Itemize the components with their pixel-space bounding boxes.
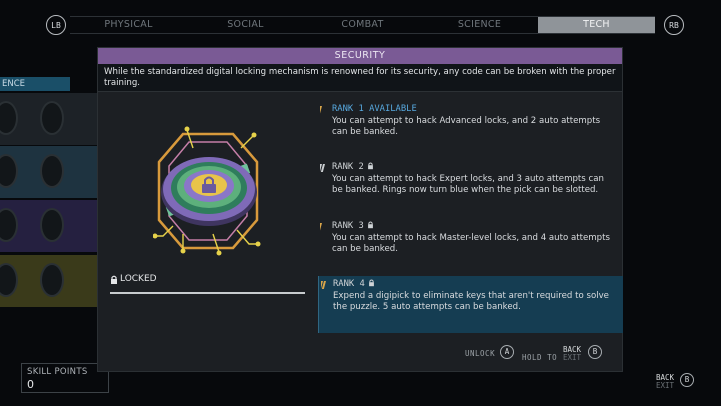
padlock-icon [367,162,373,170]
lock-status-label: LOCKED [120,274,157,284]
skill-badge-icon[interactable] [0,208,18,242]
corner-exit-label: EXIT [656,381,675,390]
skill-badge-icon[interactable] [0,101,18,135]
padlock-icon [111,275,117,284]
category-tab-bar: LB PHYSICAL SOCIAL COMBAT SCIENCE TECH R… [0,15,721,35]
back-b-button[interactable]: B [588,345,602,359]
skill-badge-icon[interactable] [40,263,64,297]
skill-category-header: ENCE [0,77,70,91]
rank-bars-icon [320,164,325,172]
skill-badge-icon[interactable] [40,101,64,135]
corner-back-exit-label: BACK EXIT [656,374,674,390]
padlock-icon [368,279,374,287]
rank-item-1[interactable]: RANK 1 AVAILABLE You can attempt to hack… [318,101,623,142]
modal-footer: UNLOCK A HOLD TO BACK EXIT B [98,335,624,371]
rank-heading: RANK 1 AVAILABLE [332,104,417,114]
unlock-a-button[interactable]: A [500,345,514,359]
skill-description: While the standardized digital locking m… [98,64,622,92]
rank-heading-row: RANK 3 [332,221,623,232]
category-tabs: PHYSICAL SOCIAL COMBAT SCIENCE TECH [70,16,655,34]
skill-row [0,93,100,145]
padlock-icon [367,221,373,229]
skill-badge-icon[interactable] [0,263,18,297]
rank-heading-row: RANK 4 [333,279,623,290]
rank-description: Expend a digipick to eliminate keys that… [333,291,609,312]
rb-bumper-button[interactable]: RB [664,15,684,35]
back-exit-label: BACK EXIT [563,346,581,362]
exit-label: EXIT [563,353,582,362]
rank-bars-icon [320,106,322,114]
skill-points-value: 0 [27,378,34,391]
rank-item-2[interactable]: RANK 2 You can attempt to hack Expert lo… [318,159,623,200]
rank-heading-row: RANK 2 [332,162,623,173]
rank-heading: RANK 2 [332,162,364,172]
rank-list: RANK 1 AVAILABLE You can attempt to hack… [318,100,623,333]
tab-social[interactable]: SOCIAL [187,17,304,33]
skill-badge-icon[interactable] [0,154,18,188]
skill-row [0,146,100,198]
unlock-label: UNLOCK [465,349,496,358]
rank-description: You can attempt to hack Expert locks, an… [332,174,604,195]
hold-to-label: HOLD TO [522,353,558,362]
rank-description: You can attempt to hack Master-level loc… [332,233,610,254]
corner-back-b-button[interactable]: B [680,373,694,387]
rank-description: You can attempt to hack Advanced locks, … [332,116,601,137]
skill-row [0,200,100,252]
rank-bars-icon [320,223,322,231]
rank-item-4[interactable]: RANK 4 Expend a digipick to eliminate ke… [318,276,623,333]
tab-tech[interactable]: TECH [538,17,655,33]
rank-bars-icon [321,281,326,289]
skill-points-label: SKILL POINTS [27,367,88,377]
skill-row [0,255,100,307]
lb-bumper-button[interactable]: LB [46,15,66,35]
tab-physical[interactable]: PHYSICAL [70,17,187,33]
skill-emblem-pane: LOCKED [98,100,318,333]
tab-combat[interactable]: COMBAT [304,17,421,33]
skill-detail-modal: SECURITY While the standardized digital … [97,47,623,372]
modal-title: SECURITY [98,48,622,64]
rank-item-3[interactable]: RANK 3 You can attempt to hack Master-le… [318,218,623,259]
skill-badge-icon[interactable] [40,154,64,188]
rank-heading: RANK 4 [333,279,365,289]
rank-heading: RANK 3 [332,221,364,231]
tab-science[interactable]: SCIENCE [421,17,538,33]
security-skill-emblem-icon [153,126,261,256]
skill-points-panel: SKILL POINTS 0 [21,363,109,393]
lock-status: LOCKED [110,274,305,294]
skill-badge-icon[interactable] [40,208,64,242]
